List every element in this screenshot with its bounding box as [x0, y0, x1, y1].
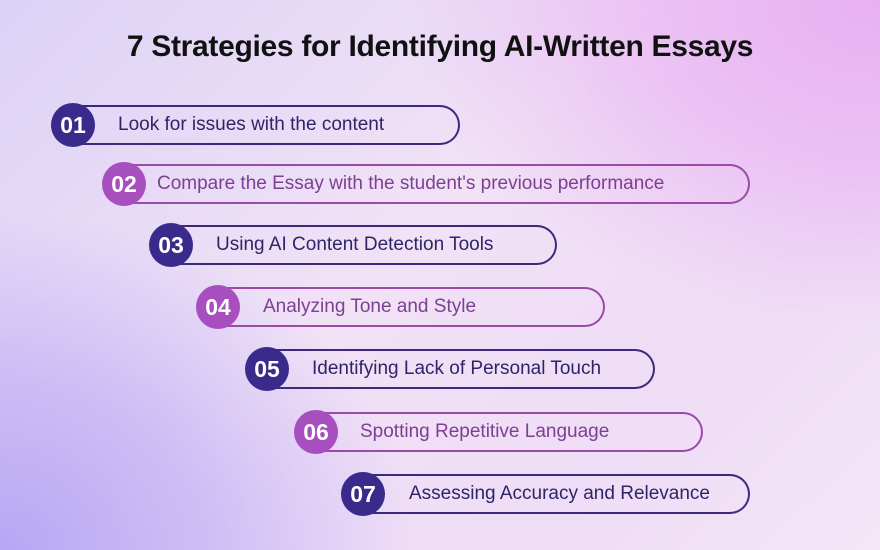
strategy-label: Compare the Essay with the student's pre…: [157, 173, 665, 194]
number-badge: 02: [102, 162, 146, 206]
strategy-item-05: 05 Identifying Lack of Personal Touch: [245, 347, 655, 391]
strategy-item-07: 07 Assessing Accuracy and Relevance: [341, 472, 750, 516]
number-badge: 03: [149, 223, 193, 267]
strategy-label: Assessing Accuracy and Relevance: [409, 483, 710, 504]
number-badge: 07: [341, 472, 385, 516]
number-badge: 06: [294, 410, 338, 454]
strategy-item-06: 06 Spotting Repetitive Language: [294, 410, 703, 454]
number-badge: 05: [245, 347, 289, 391]
strategy-label: Identifying Lack of Personal Touch: [312, 358, 602, 379]
number-badge: 01: [51, 103, 95, 147]
strategy-label: Using AI Content Detection Tools: [216, 234, 494, 255]
strategy-label: Look for issues with the content: [118, 114, 385, 135]
strategy-item-02: 02 Compare the Essay with the student's …: [102, 162, 750, 206]
strategy-item-01: 01 Look for issues with the content: [51, 103, 460, 147]
number-badge: 04: [196, 285, 240, 329]
strategy-label: Spotting Repetitive Language: [360, 421, 610, 442]
page-title: 7 Strategies for Identifying AI-Written …: [126, 30, 754, 63]
strategy-item-03: 03 Using AI Content Detection Tools: [149, 223, 557, 267]
gradient-background: [0, 0, 880, 550]
strategy-label: Analyzing Tone and Style: [263, 296, 477, 317]
strategy-item-04: 04 Analyzing Tone and Style: [196, 285, 605, 329]
